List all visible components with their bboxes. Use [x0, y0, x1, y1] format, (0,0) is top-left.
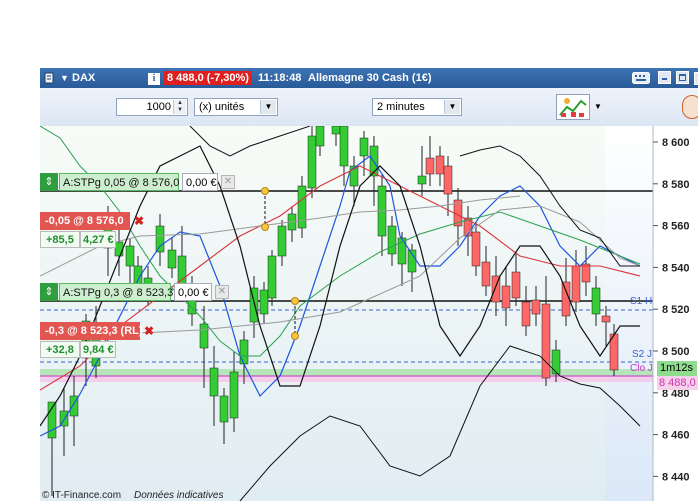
clo-label: Clo J [630, 363, 653, 374]
candle-body [307, 135, 317, 189]
chart-tools-dropdown-icon[interactable]: ▼ [592, 98, 604, 116]
order-anchor-dot [261, 187, 269, 195]
order-value[interactable]: 0,00 € [174, 283, 212, 301]
candle-body [521, 301, 531, 327]
chart-area[interactable]: 8 600 8 580 8 560 8 540 8 520 8 500 8 480 8 460… [40, 126, 698, 501]
order-ticket-1[interactable]: ⇕ A:STPg 0,05 @ 8 576,0 0,00 € ✕ [40, 173, 262, 191]
order-anchor-dot [291, 332, 299, 340]
order-cancel-icon[interactable]: ✕ [215, 285, 229, 299]
candle-body [471, 231, 481, 267]
candle-body [417, 175, 427, 185]
position-label[interactable]: -0,05 @ 8 576,0 [40, 212, 130, 230]
position-ticket-1[interactable]: -0,05 @ 8 576,0 ✖ +85,5 4,27 € [40, 212, 148, 250]
candle-body [531, 299, 541, 315]
candle-body [239, 339, 249, 365]
quantity-stepper[interactable]: ▲ ▼ [173, 100, 186, 114]
copyright-label: © IT-Finance.com [42, 490, 122, 501]
toolbar: 1000 ▲ ▼ (x) unités ▼ 2 minutes ▼ ▼ [40, 88, 698, 127]
candle-body [229, 371, 239, 419]
candle-body [511, 271, 521, 299]
order-value[interactable]: 0,00 € [182, 173, 218, 191]
interval-dropdown-icon[interactable]: ▼ [444, 100, 460, 114]
candle-body [581, 263, 591, 283]
candle-body [387, 225, 397, 255]
position-pnl-points: +32,8 [40, 341, 80, 358]
position-pnl-eur: 9,84 € [80, 341, 116, 358]
candle-body [315, 126, 325, 147]
candle-body [435, 155, 445, 175]
keyboard-icon[interactable] [632, 68, 650, 88]
position-pnl-points: +85,5 [40, 231, 80, 248]
order-ticket-2[interactable]: ⇕ A:STPg 0,3 @ 8 523,3 0,00 € ✕ [40, 283, 262, 301]
candle-body [571, 265, 581, 303]
axis-tick-label: 8 560 [662, 221, 690, 233]
chart-tools-button[interactable] [556, 94, 590, 120]
candle-body [167, 249, 177, 269]
quantity-input[interactable]: 1000 ▲ ▼ [116, 98, 188, 116]
maximize-icon[interactable] [676, 68, 689, 88]
axis-tick-label: 8 600 [662, 137, 690, 149]
candle-body [591, 287, 601, 315]
axis-tick-label: 8 460 [662, 430, 690, 442]
minimize-icon[interactable] [658, 68, 671, 88]
candle-body [425, 157, 435, 175]
symbol-label[interactable]: DAX [72, 68, 95, 88]
candle-body [219, 395, 229, 423]
settings-icon[interactable] [682, 95, 698, 119]
candle-body [481, 261, 491, 287]
position-ticket-2[interactable]: -0,3 @ 8 523,3 (RL) ✖ +32,8 9,84 € [40, 322, 160, 360]
last-price-badge: 8 488,0 [657, 376, 698, 390]
interval-value: 2 minutes [377, 101, 425, 113]
symbol-dropdown-icon[interactable]: ▼ [60, 68, 69, 88]
quantity-value: 1000 [146, 101, 171, 113]
order-cancel-icon[interactable]: ✕ [221, 175, 235, 189]
candle-body [297, 185, 307, 229]
candle-body [277, 225, 287, 257]
candle-body [339, 126, 349, 167]
candle-body [541, 303, 551, 379]
order-anchor-dot [291, 297, 299, 305]
axis-tick-label: 8 580 [662, 179, 690, 191]
order-drag-icon[interactable]: ⇕ [40, 283, 58, 301]
candle-body [601, 315, 611, 323]
candle-body [501, 285, 511, 309]
instrument-label: Allemagne 30 Cash (1€) [308, 72, 432, 84]
unit-value: (x) unités [199, 101, 245, 113]
current-price-band [40, 369, 653, 376]
quote-badge: 8 488,0 (-7,30%) [164, 71, 252, 85]
candle-body [443, 165, 453, 195]
app-menu-icon[interactable] [44, 68, 54, 88]
candle-body [551, 349, 561, 375]
candle-body [359, 137, 369, 157]
position-pnl-eur: 4,27 € [80, 231, 116, 248]
candle-body [155, 225, 165, 253]
axis-tick-label: 8 440 [662, 471, 690, 483]
order-drag-icon[interactable]: ⇕ [40, 173, 58, 191]
candle-body [267, 255, 277, 299]
unit-select[interactable]: (x) unités ▼ [194, 98, 278, 116]
info-icon[interactable]: i [148, 68, 160, 88]
order-label[interactable]: A:STPg 0,3 @ 8 523,3 [59, 283, 173, 301]
axis-tick-label: 8 540 [662, 262, 690, 274]
clock-label: 11:18:48 [258, 72, 302, 84]
chart-tools-icon [559, 98, 587, 117]
s1-label: S1 H [630, 296, 653, 307]
countdown-badge: 1m12s [657, 361, 697, 376]
candle-body [199, 323, 209, 349]
s2-label: S2 J [632, 349, 653, 360]
axis-tick-label: 8 500 [662, 346, 690, 358]
axis-tick-label: 8 520 [662, 304, 690, 316]
unit-dropdown-icon[interactable]: ▼ [260, 100, 276, 114]
interval-select[interactable]: 2 minutes ▼ [372, 98, 462, 116]
close-icon[interactable]: × [694, 68, 698, 88]
position-close-icon[interactable]: ✖ [132, 214, 146, 228]
candle-body [209, 367, 219, 397]
position-close-icon[interactable]: ✖ [142, 324, 156, 338]
candle-body [331, 126, 341, 135]
order-anchor-dot [261, 223, 269, 231]
title-bar: ▼ DAX i 8 488,0 (-7,30%) 11:18:48 Allema… [40, 68, 698, 88]
position-label[interactable]: -0,3 @ 8 523,3 (RL) [40, 322, 143, 340]
disclaimer-label: Données indicatives [134, 490, 224, 501]
order-label[interactable]: A:STPg 0,05 @ 8 576,0 [59, 173, 179, 191]
